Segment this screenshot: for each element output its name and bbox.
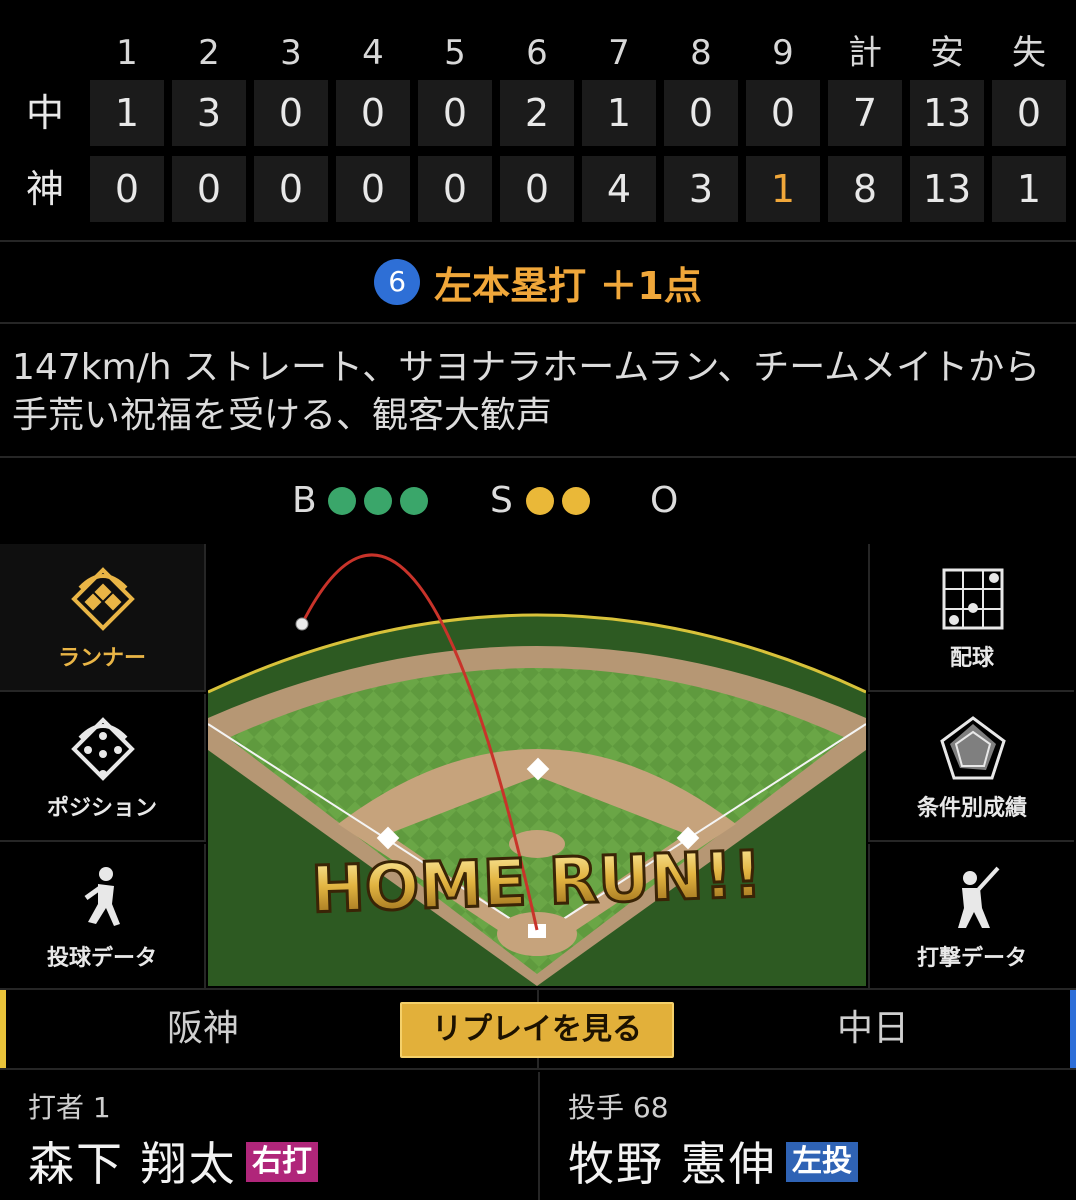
- score-cell: 3: [172, 80, 246, 146]
- score-cell: 0: [418, 156, 492, 222]
- batter-hand-badge: 右打: [246, 1142, 318, 1182]
- inning-header: 4: [362, 33, 384, 73]
- score-cell: 1: [582, 80, 656, 146]
- hits-cell: 13: [910, 156, 984, 222]
- score-cell: 0: [500, 156, 574, 222]
- team-away-abbr: 中: [25, 91, 64, 135]
- radar-chart-icon: [940, 716, 1006, 780]
- pitcher-role: 投手 68: [568, 1091, 669, 1124]
- menu-position-label: ポジション: [46, 796, 157, 821]
- batter-role: 打者 1: [28, 1091, 111, 1124]
- score-cell: 0: [254, 156, 328, 222]
- menu-runner[interactable]: ランナー: [0, 544, 206, 692]
- inning-header: 6: [526, 33, 548, 73]
- score-cell: 1: [90, 80, 164, 146]
- score-cell: 0: [90, 156, 164, 222]
- position-icon: [71, 717, 135, 781]
- menu-batting-data[interactable]: 打撃データ: [868, 844, 1074, 988]
- menu-pitch-chart-label: 配球: [949, 646, 994, 671]
- play-description: 147km/h ストレート、サヨナラホームラン、チームメイトから手荒い祝福を受け…: [0, 322, 1076, 458]
- pitcher-panel[interactable]: 投手 68 牧野 憲伸 左投: [538, 1072, 1076, 1200]
- hits-cell: 13: [910, 80, 984, 146]
- scoreboard: 1 2 3 4 5 6 7 8 9 計 安 失 中 1 3 0 0 0 2 1 …: [0, 0, 1076, 240]
- inning-header: 8: [690, 33, 712, 73]
- menu-batting-data-label: 打撃データ: [916, 946, 1027, 971]
- home-run-banner: HOME RUN!!: [310, 838, 763, 928]
- errors-header: 失: [1012, 33, 1046, 73]
- total-runs-header: 計: [848, 33, 882, 73]
- score-cell: 0: [418, 80, 492, 146]
- tab-chunichi[interactable]: 中日: [676, 990, 1076, 1068]
- pitch-grid-icon: [942, 568, 1004, 630]
- ball-dot: [400, 487, 428, 515]
- ball-label: B: [292, 480, 317, 521]
- batter-panel[interactable]: 打者 1 森下 翔太 右打: [0, 1072, 536, 1200]
- menu-pitching-data[interactable]: 投球データ: [0, 844, 206, 988]
- score-cell: 0: [336, 80, 410, 146]
- inning-header: 2: [198, 33, 220, 73]
- pitcher-icon: [84, 867, 120, 926]
- menu-runner-label: ランナー: [57, 646, 146, 671]
- errors-cell: 1: [992, 156, 1066, 222]
- menu-split-stats-label: 条件別成績: [916, 796, 1027, 821]
- strike-dot: [562, 487, 590, 515]
- inning-header: 5: [444, 33, 466, 73]
- batting-order-badge: 6: [374, 259, 421, 305]
- score-cell: 0: [336, 156, 410, 222]
- strike-label: S: [490, 480, 513, 521]
- score-cell: 0: [172, 156, 246, 222]
- baseball-field: HOME RUN!!: [208, 544, 866, 986]
- pitcher-name: 牧野 憲伸: [568, 1137, 777, 1191]
- total-runs-cell: 8: [828, 156, 902, 222]
- strike-dot: [526, 487, 554, 515]
- score-cell-current-inning: 1: [746, 156, 820, 222]
- inning-header: 9: [772, 33, 794, 73]
- inning-header: 7: [608, 33, 630, 73]
- field-diagram: HOME RUN!!: [208, 544, 866, 986]
- score-cell: 4: [582, 156, 656, 222]
- play-result: 6 左本塁打 ＋1点: [0, 240, 1076, 324]
- out-label: O: [650, 480, 679, 521]
- ball-dot: [364, 487, 392, 515]
- menu-position[interactable]: ポジション: [0, 694, 206, 842]
- score-cell: 0: [664, 80, 738, 146]
- hits-header: 安: [930, 33, 964, 73]
- ball-landing-point: [295, 617, 309, 631]
- diamond-runner-icon: [71, 567, 135, 631]
- menu-pitching-data-label: 投球データ: [46, 946, 157, 971]
- inning-header: 1: [116, 33, 138, 73]
- pitcher-hand-badge: 左投: [786, 1142, 858, 1182]
- score-cell: 2: [500, 80, 574, 146]
- score-cell: 0: [254, 80, 328, 146]
- replay-button[interactable]: リプレイを見る: [400, 1002, 674, 1058]
- menu-pitch-chart[interactable]: 配球: [868, 544, 1074, 692]
- total-runs-cell: 7: [828, 80, 902, 146]
- ball-dot: [328, 487, 356, 515]
- menu-split-stats[interactable]: 条件別成績: [868, 694, 1074, 842]
- score-cell: 3: [664, 156, 738, 222]
- batter-icon: [958, 866, 1000, 928]
- batter-name: 森下 翔太: [28, 1137, 237, 1191]
- score-cell: 0: [746, 80, 820, 146]
- team-tabs: 阪神 中日 リプレイを見る: [0, 988, 1076, 1070]
- inning-header: 3: [280, 33, 302, 73]
- team-home-abbr: 神: [25, 167, 64, 211]
- play-result-text: 左本塁打 ＋1点: [434, 263, 702, 308]
- tab-hanshin[interactable]: 阪神: [0, 990, 400, 1068]
- errors-cell: 0: [992, 80, 1066, 146]
